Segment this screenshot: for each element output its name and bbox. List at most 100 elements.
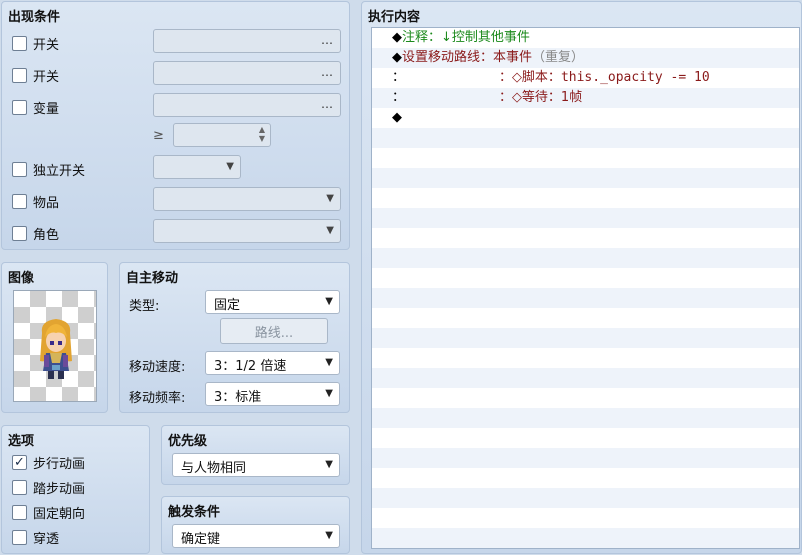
blank-row bbox=[372, 528, 799, 548]
self-switch-checkbox-row[interactable]: 独立开关 bbox=[12, 160, 85, 179]
chevron-down-icon: ▼ bbox=[325, 296, 333, 307]
options-panel: 选项 ✓ 步行动画 踏步动画 固定朝向 穿透 bbox=[1, 425, 150, 554]
autonomous-title: 自主移动 bbox=[126, 271, 179, 286]
speed-select[interactable]: 3：1/2 倍速 ▼ bbox=[205, 351, 340, 375]
self-switch-select[interactable]: ▼ bbox=[153, 155, 241, 179]
actor-label: 角色 bbox=[33, 228, 60, 243]
blank-row bbox=[372, 488, 799, 508]
command-line-move-route[interactable]: ◆设置移动路线：本事件（重复） bbox=[372, 48, 799, 68]
command-line-comment[interactable]: ◆注释：↓控制其他事件 bbox=[372, 28, 799, 48]
command-line-empty[interactable]: ◆ bbox=[372, 108, 799, 128]
execution-title: 执行内容 bbox=[368, 10, 421, 25]
continuation-marker: ： bbox=[392, 70, 406, 85]
blank-row bbox=[372, 148, 799, 168]
frequency-value: 3：标准 bbox=[214, 390, 262, 405]
trigger-value: 确定键 bbox=[181, 532, 221, 547]
variable-ellipsis-button[interactable]: … bbox=[321, 97, 334, 111]
gte-symbol: ≥ bbox=[153, 128, 164, 143]
comment-text: 注释：↓控制其他事件 bbox=[402, 30, 530, 45]
character-sprite-icon bbox=[40, 319, 72, 379]
blank-row bbox=[372, 208, 799, 228]
trigger-select[interactable]: 确定键 ▼ bbox=[172, 524, 340, 548]
item-select[interactable]: ▼ bbox=[153, 187, 341, 211]
type-label: 类型: bbox=[129, 299, 160, 314]
item-checkbox[interactable] bbox=[12, 194, 27, 209]
type-select[interactable]: 固定 ▼ bbox=[205, 290, 340, 314]
chevron-down-icon: ▼ bbox=[325, 357, 333, 368]
blank-row bbox=[372, 388, 799, 408]
blank-row bbox=[372, 428, 799, 448]
switch2-checkbox[interactable] bbox=[12, 68, 27, 83]
image-title: 图像 bbox=[8, 271, 35, 286]
priority-panel: 优先级 与人物相同 ▼ bbox=[161, 425, 350, 485]
blank-row bbox=[372, 188, 799, 208]
variable-value-spinner[interactable]: ▲ ▼ bbox=[173, 123, 271, 147]
chevron-down-icon: ▼ bbox=[325, 388, 333, 399]
walking-anim-label: 步行动画 bbox=[33, 457, 86, 472]
script-code: this._opacity -= 10 bbox=[560, 70, 710, 85]
switch1-ellipsis-button[interactable]: … bbox=[321, 33, 334, 47]
blank-row bbox=[372, 468, 799, 488]
options-title: 选项 bbox=[8, 434, 35, 449]
spinner-arrows-icon[interactable]: ▲ ▼ bbox=[259, 125, 265, 143]
wait-text: ：◇等待：1帧 bbox=[498, 90, 583, 105]
priority-value: 与人物相同 bbox=[181, 461, 247, 476]
speed-value: 3：1/2 倍速 bbox=[214, 359, 287, 374]
variable-field[interactable]: … bbox=[153, 93, 341, 117]
walking-anim-row[interactable]: ✓ 步行动画 bbox=[12, 453, 85, 472]
walking-anim-checkbox[interactable]: ✓ bbox=[12, 455, 27, 470]
priority-title: 优先级 bbox=[168, 434, 208, 449]
direction-fix-label: 固定朝向 bbox=[33, 507, 86, 522]
blank-row bbox=[372, 368, 799, 388]
switch1-label: 开关 bbox=[33, 38, 60, 53]
command-line-script[interactable]: ： ：◇脚本：this._opacity -= 10 bbox=[372, 68, 799, 88]
command-marker-icon: ◆ bbox=[392, 110, 402, 125]
switch1-checkbox[interactable] bbox=[12, 36, 27, 51]
direction-fix-checkbox[interactable] bbox=[12, 505, 27, 520]
switch2-field[interactable]: … bbox=[153, 61, 341, 85]
variable-checkbox[interactable] bbox=[12, 100, 27, 115]
command-line-wait[interactable]: ： ：◇等待：1帧 bbox=[372, 88, 799, 108]
actor-checkbox[interactable] bbox=[12, 226, 27, 241]
blank-row bbox=[372, 508, 799, 528]
blank-row bbox=[372, 308, 799, 328]
switch2-ellipsis-button[interactable]: … bbox=[321, 65, 334, 79]
switch2-checkbox-row[interactable]: 开关 bbox=[12, 66, 59, 85]
trigger-panel: 触发条件 确定键 ▼ bbox=[161, 496, 350, 554]
frequency-select[interactable]: 3：标准 ▼ bbox=[205, 382, 340, 406]
through-checkbox[interactable] bbox=[12, 530, 27, 545]
switch1-field[interactable]: … bbox=[153, 29, 341, 53]
move-route-text: 设置移动路线：本事件 bbox=[402, 50, 533, 65]
through-row[interactable]: 穿透 bbox=[12, 528, 59, 547]
blank-row bbox=[372, 248, 799, 268]
chevron-down-icon: ▼ bbox=[226, 161, 234, 172]
character-image-preview[interactable] bbox=[13, 290, 97, 402]
direction-fix-row[interactable]: 固定朝向 bbox=[12, 503, 85, 522]
self-switch-checkbox[interactable] bbox=[12, 162, 27, 177]
actor-select[interactable]: ▼ bbox=[153, 219, 341, 243]
event-command-list[interactable]: ◆注释：↓控制其他事件 ◆设置移动路线：本事件（重复） ： ：◇脚本：this.… bbox=[371, 27, 800, 549]
through-label: 穿透 bbox=[33, 532, 60, 547]
blank-row bbox=[372, 328, 799, 348]
stepping-anim-row[interactable]: 踏步动画 bbox=[12, 478, 85, 497]
blank-row bbox=[372, 128, 799, 148]
item-label: 物品 bbox=[33, 196, 60, 211]
blank-row bbox=[372, 228, 799, 248]
item-checkbox-row[interactable]: 物品 bbox=[12, 192, 59, 211]
actor-checkbox-row[interactable]: 角色 bbox=[12, 224, 59, 243]
blank-row bbox=[372, 168, 799, 188]
stepping-anim-checkbox[interactable] bbox=[12, 480, 27, 495]
autonomous-movement-panel: 自主移动 类型: 固定 ▼ 路线... 移动速度: 3：1/2 倍速 ▼ 移动频… bbox=[119, 262, 350, 413]
variable-checkbox-row[interactable]: 变量 bbox=[12, 98, 59, 117]
route-button[interactable]: 路线... bbox=[220, 318, 328, 344]
trigger-title: 触发条件 bbox=[168, 505, 221, 520]
blank-row bbox=[372, 268, 799, 288]
blank-row bbox=[372, 408, 799, 428]
command-marker-icon: ◆ bbox=[392, 50, 402, 65]
chevron-down-icon: ▼ bbox=[326, 225, 334, 236]
switch1-checkbox-row[interactable]: 开关 bbox=[12, 34, 59, 53]
priority-select[interactable]: 与人物相同 ▼ bbox=[172, 453, 340, 477]
speed-label: 移动速度: bbox=[129, 360, 186, 375]
continuation-marker: ： bbox=[392, 90, 406, 105]
variable-label: 变量 bbox=[33, 102, 60, 117]
